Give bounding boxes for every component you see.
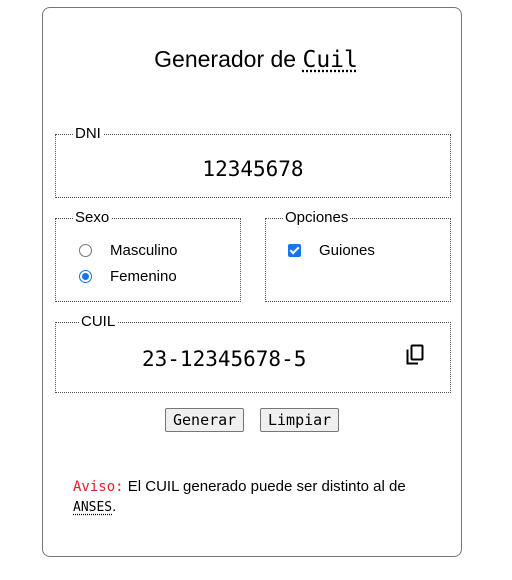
clear-button[interactable]: Limpiar <box>260 408 340 432</box>
cuil-fieldset: CUIL 23-12345678-5 <box>55 314 451 393</box>
warning-label: Aviso: <box>73 479 124 495</box>
page-title: Generador de Cuil <box>0 44 512 75</box>
radio-femenino-row[interactable]: Femenino <box>79 266 177 286</box>
radio-masculino-row[interactable]: Masculino <box>79 240 178 260</box>
radio-femenino[interactable] <box>79 269 92 283</box>
checkbox-guiones-row[interactable]: Guiones <box>288 240 375 260</box>
sexo-legend: Sexo <box>73 209 112 226</box>
cuil-legend: CUIL <box>79 313 118 330</box>
anses-abbr: ANSES <box>73 500 113 515</box>
radio-masculino-label[interactable]: Masculino <box>110 242 178 259</box>
disclaimer: Aviso: El CUIL generado puede ser distin… <box>73 477 433 517</box>
title-prefix: Generador de <box>154 46 297 72</box>
title-abbr: Cuil <box>302 47 358 73</box>
radio-femenino-label[interactable]: Femenino <box>110 268 177 285</box>
cuil-result: 23-12345678-5 <box>142 347 307 371</box>
opciones-legend: Opciones <box>283 209 351 226</box>
sexo-fieldset: Sexo Masculino Femenino <box>55 210 241 302</box>
radio-masculino[interactable] <box>79 243 92 257</box>
disclaimer-end: . <box>112 498 117 515</box>
opciones-fieldset: Opciones Guiones <box>265 210 451 302</box>
dni-input[interactable]: 12345678 <box>56 156 450 182</box>
checkbox-guiones-label[interactable]: Guiones <box>319 242 375 259</box>
dni-legend: DNI <box>73 125 103 142</box>
disclaimer-text: El CUIL generado puede ser distinto al d… <box>127 478 406 495</box>
dni-fieldset: DNI 12345678 <box>55 126 451 198</box>
copy-icon[interactable] <box>405 344 425 366</box>
checkbox-guiones[interactable] <box>288 243 301 257</box>
generate-button[interactable]: Generar <box>165 408 245 432</box>
